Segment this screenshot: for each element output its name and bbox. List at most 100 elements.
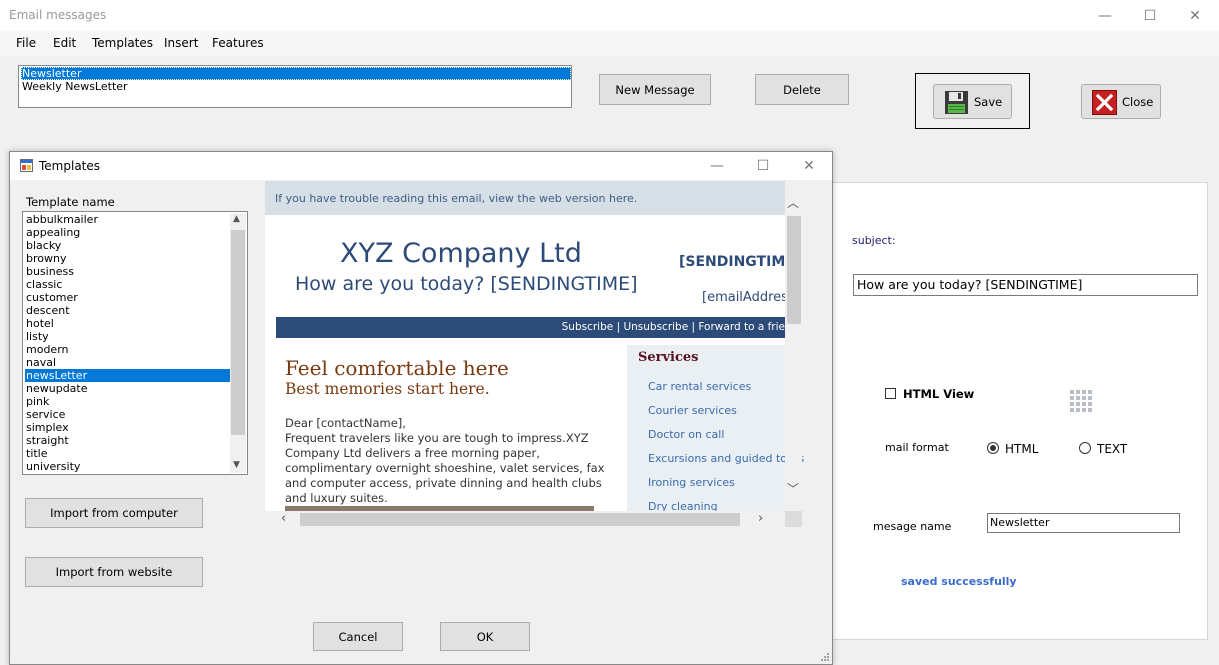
maximize-icon: ☐ — [756, 158, 770, 174]
template-name-label: Template name — [26, 195, 115, 209]
new-message-button[interactable]: New Message — [599, 74, 711, 105]
list-item[interactable]: simplex — [25, 421, 231, 434]
list-item[interactable]: appealing — [25, 226, 231, 239]
message-list[interactable]: Newsletter Weekly NewsLetter — [18, 65, 572, 108]
menu-file[interactable]: File — [16, 36, 36, 50]
service-link[interactable]: Excursions and guided tours — [648, 452, 804, 465]
scroll-down-icon[interactable]: ▼ — [233, 460, 240, 470]
list-item[interactable]: abbulkmailer — [25, 213, 231, 226]
close-button[interactable]: Close — [1081, 84, 1161, 119]
menu-edit[interactable]: Edit — [53, 36, 76, 50]
chevron-right-icon[interactable]: › — [758, 511, 763, 526]
preview-body-line: Frequent travelers like you are tough to… — [285, 431, 589, 445]
service-link[interactable]: Doctor on call — [648, 428, 724, 441]
scrollbar-corner — [785, 511, 802, 527]
chevron-left-icon[interactable]: ‹ — [281, 511, 286, 526]
subject-input[interactable]: How are you today? [SENDINGTIME] — [853, 274, 1198, 296]
message-item[interactable]: Newsletter — [21, 67, 571, 80]
format-text-radio[interactable] — [1079, 442, 1091, 454]
menu-insert[interactable]: Insert — [164, 36, 198, 50]
subject-label: subject: — [852, 234, 896, 247]
delete-button[interactable]: Delete — [755, 74, 849, 105]
list-item[interactable]: hotel — [25, 317, 231, 330]
menu-templates[interactable]: Templates — [92, 36, 153, 50]
close-icon: ✕ — [1189, 7, 1201, 24]
preview-body-line: and computer access, private dinning and… — [285, 476, 602, 490]
minimize-button[interactable]: — — [1082, 0, 1128, 31]
ok-button[interactable]: OK — [440, 622, 530, 651]
preview-vertical-thumb[interactable] — [787, 216, 801, 324]
close-window-button[interactable]: ✕ — [1172, 0, 1218, 31]
preview-body-line: and luxury suites. — [285, 491, 388, 505]
list-item[interactable]: title — [25, 447, 231, 460]
maximize-button[interactable]: ☐ — [1127, 0, 1173, 31]
window-app-icon — [20, 159, 33, 172]
import-from-computer-button[interactable]: Import from computer — [25, 498, 203, 528]
format-html-radio[interactable] — [987, 442, 999, 454]
minimize-icon: — — [710, 158, 724, 174]
save-label: Save — [974, 95, 1003, 109]
preview-greeting: Dear [contactName], — [285, 416, 406, 430]
menu-features[interactable]: Features — [212, 36, 264, 50]
floppy-disk-icon — [945, 91, 968, 114]
list-item[interactable]: straight — [25, 434, 231, 447]
list-item[interactable]: browny — [25, 252, 231, 265]
preview-nav-bar[interactable]: Subscribe | Unsubscribe | Forward to a f… — [276, 317, 785, 338]
scroll-thumb[interactable] — [231, 230, 245, 435]
service-link[interactable]: Car rental services — [648, 380, 751, 393]
mail-format-label: mail format — [885, 441, 949, 454]
list-item[interactable]: modern — [25, 343, 231, 356]
cancel-button[interactable]: Cancel — [313, 622, 403, 651]
preview-horizontal-thumb[interactable] — [300, 513, 740, 526]
dialog-maximize-button[interactable]: ☐ — [740, 152, 786, 180]
service-link[interactable]: Dry cleaning — [648, 500, 718, 511]
chevron-down-icon[interactable]: ﹀ — [787, 480, 799, 497]
preview-body-line: complimentary overnight shoeshine, valet… — [285, 461, 605, 475]
message-name-label: mesage name — [873, 520, 952, 533]
list-item[interactable]: pink — [25, 395, 231, 408]
maximize-icon: ☐ — [1143, 7, 1157, 24]
list-item[interactable]: business — [25, 265, 231, 278]
list-item[interactable]: descent — [25, 304, 231, 317]
preview-services-title: Services — [638, 350, 699, 365]
minimize-icon: — — [1098, 7, 1112, 24]
preview-banner[interactable]: If you have trouble reading this email, … — [265, 181, 785, 215]
close-label: Close — [1122, 95, 1154, 109]
service-link[interactable]: Ironing services — [648, 476, 735, 489]
dialog-minimize-button[interactable]: — — [694, 152, 740, 180]
radio-selected-dot — [990, 445, 996, 451]
main-titlebar — [0, 0, 1219, 31]
html-view-label: HTML View — [903, 387, 975, 401]
list-item[interactable]: newupdate — [25, 382, 231, 395]
preview-sendingtime: [SENDINGTIME — [679, 254, 795, 270]
preview-subheadline: Best memories start here. — [285, 380, 490, 398]
message-name-input[interactable]: Newsletter — [987, 513, 1180, 533]
service-link[interactable]: Courier services — [648, 404, 737, 417]
preview-body-line: Company Ltd delivers a free morning pape… — [285, 446, 540, 460]
scroll-up-icon[interactable]: ▲ — [233, 214, 240, 224]
dialog-title: Templates — [39, 159, 101, 173]
dialog-close-button[interactable]: ✕ — [786, 152, 832, 180]
import-from-website-button[interactable]: Import from website — [25, 557, 203, 587]
preview-email-address: [emailAddres — [702, 290, 788, 305]
resize-grip-icon[interactable] — [818, 650, 830, 662]
list-item[interactable]: customer — [25, 291, 231, 304]
template-list[interactable]: abbulkmailer appealing blacky browny bus… — [22, 211, 248, 475]
window-title: Email messages — [9, 8, 107, 22]
html-view-checkbox[interactable] — [885, 388, 896, 399]
list-item[interactable]: naval — [25, 356, 231, 369]
red-x-icon — [1092, 90, 1117, 115]
list-item[interactable]: service — [25, 408, 231, 421]
list-item[interactable]: blacky — [25, 239, 231, 252]
chevron-up-icon[interactable]: ︿ — [787, 194, 799, 211]
message-item[interactable]: Weekly NewsLetter — [21, 80, 571, 93]
list-item[interactable]: university — [25, 460, 231, 473]
list-item[interactable]: classic — [25, 278, 231, 291]
format-html-label: HTML — [1005, 442, 1039, 456]
status-message: saved successfully — [901, 575, 1017, 588]
save-button[interactable]: Save — [933, 84, 1012, 119]
keypad-grid-icon[interactable] — [1068, 388, 1098, 416]
list-item-selected[interactable]: newsLetter — [25, 369, 231, 382]
list-item[interactable]: listy — [25, 330, 231, 343]
preview-tagline: How are you today? [SENDINGTIME] — [295, 273, 638, 295]
